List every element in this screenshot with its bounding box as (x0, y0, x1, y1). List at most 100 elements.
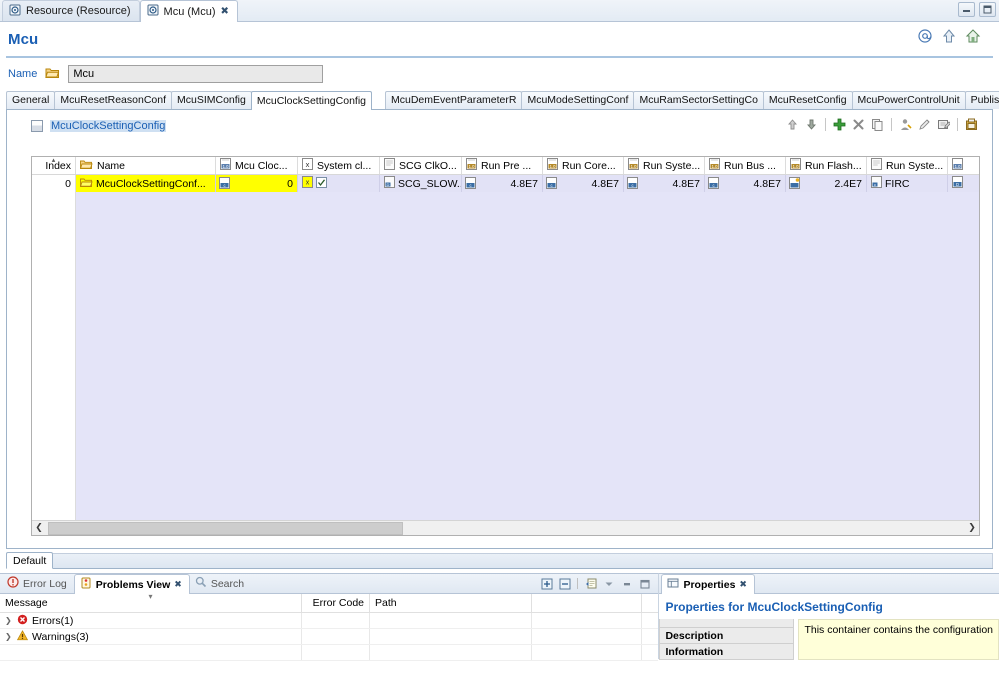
editor-tab-mcu[interactable]: Mcu (Mcu) ✖ (139, 0, 238, 22)
cell-run-system-clk-src[interactable]: c FIRC (867, 175, 948, 192)
cell-extra[interactable]: D (948, 175, 979, 192)
expand-twisty-icon[interactable]: ❯ (5, 632, 13, 641)
properties-label-information[interactable]: Information (659, 644, 795, 660)
properties-label-description[interactable]: Description (659, 628, 795, 644)
column-header-extra[interactable]: 1.0 (948, 157, 979, 174)
filters-button[interactable] (583, 576, 598, 591)
column-header-scg-clkout[interactable]: SCG ClkO... (380, 157, 462, 174)
spin-field-icon: 1.0 (952, 158, 963, 173)
problems-column-path[interactable]: Path (370, 594, 532, 612)
spin-cell-icon: c (708, 177, 719, 192)
tree-caption-label[interactable]: McuClockSettingConfig (50, 120, 167, 132)
column-header-mcu-clock[interactable]: 1.0 Mcu Cloc... (216, 157, 298, 174)
cell-run-bus[interactable]: c 4.8E7 (705, 175, 786, 192)
edit-button[interactable] (916, 116, 933, 133)
svg-text:1.0: 1.0 (550, 164, 556, 169)
editor-tab-resource[interactable]: Resource (Resource) (2, 0, 140, 21)
cell-run-flash[interactable]: 2.4E7 (786, 175, 867, 192)
add-button[interactable] (831, 116, 848, 133)
home-icon[interactable] (965, 28, 981, 44)
column-header-run-bus[interactable]: 1.0 Run Bus ... (705, 157, 786, 174)
minimize-view-button[interactable] (619, 576, 634, 591)
column-header-system-clock[interactable]: x System cl... (298, 157, 380, 174)
close-icon[interactable]: ✖ (174, 580, 182, 590)
properties-icon (667, 577, 679, 592)
cell-name-label: McuClockSettingConf... (96, 177, 206, 190)
move-up-button[interactable] (784, 116, 801, 133)
cell-scg-clkout[interactable]: D SCG_SLOW... (380, 175, 462, 192)
sort-caret-icon: ▴ (51, 157, 56, 164)
tab-default[interactable]: Default (6, 552, 54, 569)
tab-mcuresetreasonconf[interactable]: McuResetReasonConf (54, 91, 172, 109)
spin-field-icon: 1.0 (547, 158, 558, 173)
problems-message-label: Warnings(3) (32, 630, 89, 643)
svg-text:x: x (306, 160, 310, 169)
column-header-run-flash[interactable]: 1.0 Run Flash... (786, 157, 867, 174)
name-input[interactable] (68, 65, 324, 83)
import-button[interactable] (963, 116, 980, 133)
problems-column-error-code[interactable]: Error Code (302, 594, 370, 612)
close-icon[interactable]: ✖ (739, 580, 747, 590)
cell-mcu-clock[interactable]: c 0 (216, 175, 298, 192)
column-header-run-system-clk-src[interactable]: Run Syste... (867, 157, 948, 174)
tab-mcumodesettingconf[interactable]: McuModeSettingConf (521, 91, 635, 109)
at-icon[interactable] (917, 28, 933, 44)
table-row[interactable]: 0 McuClockSettingConf... c 0 x D SCG_SLO… (32, 175, 979, 192)
scroll-left-icon[interactable]: ❮ (32, 521, 46, 536)
maximize-button[interactable] (979, 2, 996, 17)
column-header-run-system[interactable]: 1.0 Run Syste... (624, 157, 705, 174)
mcu-editor-icon (147, 4, 159, 19)
tab-mcupowercontrolunit[interactable]: McuPowerControlUnit (851, 91, 966, 109)
cell-run-pre[interactable]: c 4.8E7 (462, 175, 543, 192)
expand-all-button[interactable] (539, 576, 554, 591)
cell-system-clock[interactable]: x (298, 175, 380, 192)
problems-row-warnings[interactable]: ❯ Warnings(3) (0, 629, 659, 645)
problems-column-extra[interactable] (532, 594, 642, 612)
column-header-index[interactable]: ▴ Index (32, 157, 76, 174)
window-controls (958, 2, 996, 17)
tab-mcuramsectorsettingco[interactable]: McuRamSectorSettingCo (633, 91, 764, 109)
cell-name[interactable]: McuClockSettingConf... (76, 175, 216, 192)
problems-column-message[interactable]: ▾ Message (0, 592, 302, 612)
tab-properties[interactable]: Properties ✖ (661, 574, 755, 594)
column-header-label: Run Pre ... (481, 159, 532, 172)
tab-mcuresetconfig[interactable]: McuResetConfig (762, 91, 853, 109)
cell-run-core[interactable]: c 4.8E7 (543, 175, 624, 192)
delete-button[interactable] (850, 116, 867, 133)
column-header-name[interactable]: Name (76, 157, 216, 174)
expand-twisty-icon[interactable]: ❯ (5, 616, 13, 625)
tab-mcudemeventparameterr[interactable]: McuDemEventParameterR (385, 91, 523, 109)
copy-button[interactable] (869, 116, 886, 133)
scrollbar-thumb[interactable] (48, 521, 403, 535)
scrollbar-track[interactable] (46, 521, 965, 536)
minimize-button[interactable] (958, 2, 975, 17)
rename-button[interactable] (935, 116, 952, 133)
column-header-label: Mcu Cloc... (235, 159, 288, 172)
tab-search[interactable]: Search (190, 574, 251, 593)
column-header-run-core[interactable]: 1.0 Run Core... (543, 157, 624, 174)
collapse-all-button[interactable] (557, 576, 572, 591)
cell-checkbox[interactable] (316, 176, 327, 191)
tab-problems-view[interactable]: Problems View ✖ (73, 574, 190, 594)
maximize-view-button[interactable] (637, 576, 652, 591)
tab-published-information[interactable]: Published Information (964, 91, 999, 109)
svg-text:c: c (550, 183, 552, 188)
table-horizontal-scrollbar[interactable]: ❮ ❯ (32, 520, 979, 535)
problems-row-errors[interactable]: ❯ Errors(1) (0, 613, 659, 629)
view-menu-button[interactable] (601, 576, 616, 591)
move-down-button[interactable] (803, 116, 820, 133)
tab-mcusimconfig[interactable]: McuSIMConfig (171, 91, 252, 109)
tab-error-log[interactable]: Error Log (2, 574, 74, 593)
cell-run-system[interactable]: c 4.8E7 (624, 175, 705, 192)
column-header-run-pre[interactable]: 1.0 Run Pre ... (462, 157, 543, 174)
problems-cell-extra (532, 629, 642, 644)
tab-mcuclocksettingconfig[interactable]: McuClockSettingConfig (250, 91, 372, 110)
up-arrow-icon[interactable] (941, 28, 957, 44)
spin-field-icon: 1.0 (790, 158, 801, 173)
spin-field-icon: 1.0 (709, 158, 720, 173)
link-button[interactable] (897, 116, 914, 133)
cell-value: 4.8E7 (591, 177, 619, 190)
tab-general[interactable]: General (6, 91, 56, 109)
close-icon[interactable]: ✖ (221, 6, 229, 17)
scroll-right-icon[interactable]: ❯ (965, 521, 979, 536)
